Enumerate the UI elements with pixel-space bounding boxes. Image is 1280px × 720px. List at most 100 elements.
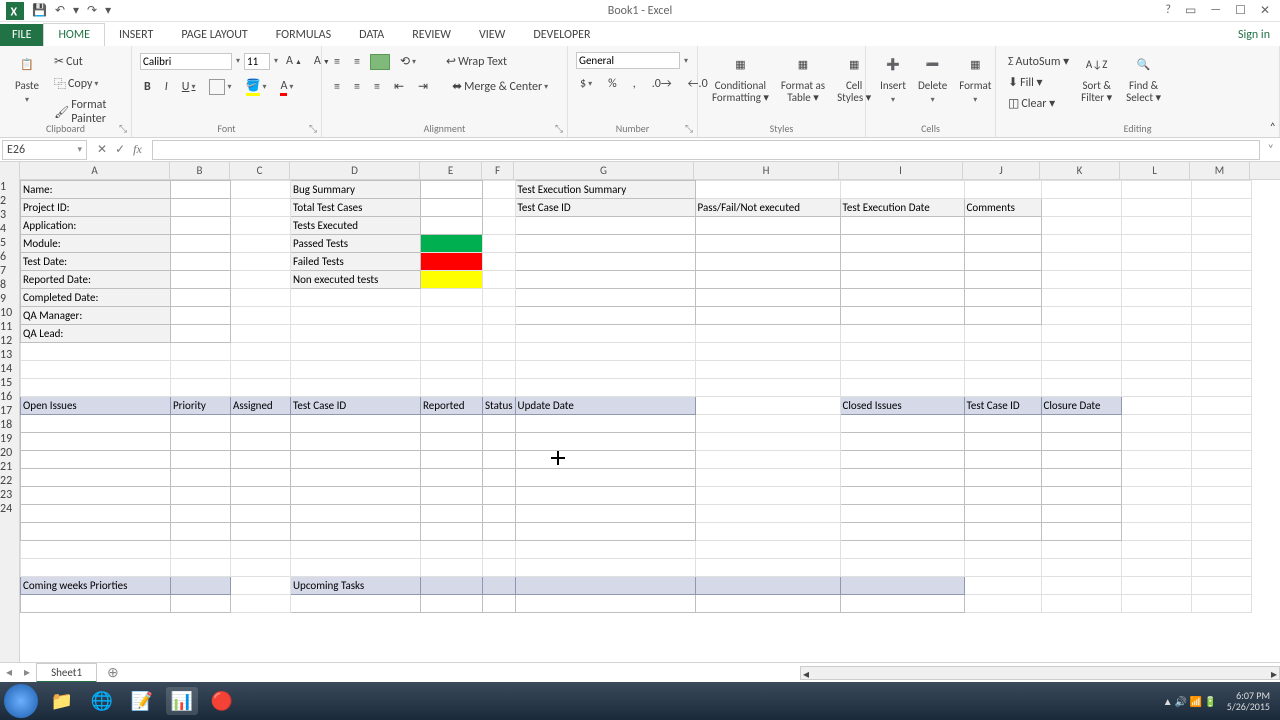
percent-button[interactable]: % bbox=[604, 75, 621, 93]
increase-font-icon[interactable]: A▲ bbox=[282, 52, 306, 70]
file-explorer-icon[interactable]: 📁 bbox=[46, 687, 78, 715]
redo-icon[interactable]: ↷ bbox=[87, 3, 97, 18]
sheet-nav-prev-icon[interactable]: ◂ bbox=[0, 665, 18, 680]
autosum-button[interactable]: ΣAutoSum ▾ bbox=[1004, 52, 1073, 71]
undo-dropdown-icon[interactable]: ▾ bbox=[73, 3, 79, 18]
align-bottom-icon[interactable] bbox=[370, 54, 390, 70]
collapse-ribbon-icon[interactable]: ˄ bbox=[1270, 121, 1276, 135]
fill-color-button[interactable]: 🪣▾ bbox=[242, 76, 271, 98]
qat-customize-icon[interactable]: ▾ bbox=[105, 3, 111, 18]
comma-button[interactable]: , bbox=[629, 75, 640, 93]
formula-input[interactable] bbox=[152, 140, 1260, 160]
orientation-button[interactable]: ⟲▾ bbox=[396, 52, 420, 71]
format-cells-button[interactable]: ▦Format▾ bbox=[953, 50, 997, 118]
alignment-dialog-icon[interactable]: ⤡ bbox=[555, 122, 563, 135]
clipboard-dialog-icon[interactable]: ⤡ bbox=[119, 122, 127, 135]
decrease-indent-icon[interactable]: ⇤ bbox=[390, 77, 408, 96]
sort-icon: A↓Z bbox=[1084, 52, 1110, 78]
cells-area[interactable]: Name:Bug SummaryTest Execution SummaryPr… bbox=[20, 180, 1280, 662]
add-sheet-icon[interactable]: ⊕ bbox=[97, 664, 129, 681]
paste-button[interactable]: 📋 Paste ▾ bbox=[8, 50, 46, 118]
undo-icon[interactable]: ↶ bbox=[55, 3, 65, 18]
insert-tab[interactable]: INSERT bbox=[105, 24, 167, 46]
developer-tab[interactable]: DEVELOPER bbox=[519, 24, 604, 46]
wrap-icon: ↩ bbox=[446, 54, 456, 69]
file-tab[interactable]: FILE bbox=[0, 24, 43, 46]
sheet-nav-next-icon[interactable]: ▸ bbox=[18, 665, 36, 680]
excel-taskbar-icon[interactable]: 📊 bbox=[166, 687, 198, 715]
underline-button[interactable]: U▾ bbox=[178, 78, 200, 96]
sort-filter-button[interactable]: A↓ZSort & Filter ▾ bbox=[1075, 50, 1118, 118]
border-icon bbox=[209, 79, 225, 95]
system-tray[interactable]: ▲ 🔊 📶 🔋 6:07 PM 5/26/2015 bbox=[1163, 690, 1276, 712]
expand-formula-icon[interactable]: ˅ bbox=[1262, 143, 1280, 157]
insert-cells-button[interactable]: ➕Insert▾ bbox=[874, 50, 912, 118]
save-icon[interactable]: 💾 bbox=[32, 3, 47, 18]
align-center-icon[interactable]: ≡ bbox=[350, 78, 364, 96]
find-icon: 🔍 bbox=[1131, 52, 1157, 78]
cancel-formula-icon[interactable]: ✕ bbox=[97, 142, 107, 157]
formula-bar: E26▾ ✕ ✓ fx ˅ bbox=[0, 138, 1280, 162]
italic-button[interactable]: I bbox=[161, 78, 172, 96]
close-icon[interactable]: ✕ bbox=[1260, 3, 1270, 18]
format-icon: ▦ bbox=[962, 52, 988, 78]
font-size-dropdown-icon[interactable]: ▾ bbox=[274, 56, 278, 66]
name-box[interactable]: E26▾ bbox=[2, 140, 87, 160]
enter-formula-icon[interactable]: ✓ bbox=[115, 142, 125, 157]
copy-button[interactable]: ⿻Copy▾ bbox=[50, 73, 123, 94]
increase-indent-icon[interactable]: ⇥ bbox=[414, 77, 432, 96]
signin-link[interactable]: Sign in bbox=[1228, 24, 1280, 46]
view-tab[interactable]: VIEW bbox=[465, 24, 519, 46]
sheet-tab-1[interactable]: Sheet1 bbox=[36, 663, 97, 683]
font-name-input[interactable] bbox=[140, 53, 232, 70]
number-dialog-icon[interactable]: ⤡ bbox=[685, 122, 693, 135]
paste-icon: 📋 bbox=[14, 52, 40, 78]
cut-button[interactable]: ✂Cut bbox=[50, 52, 123, 71]
start-button[interactable] bbox=[4, 684, 38, 718]
conditional-formatting-button[interactable]: ▦Conditional Formatting ▾ bbox=[706, 50, 775, 118]
horizontal-scrollbar[interactable]: ◂▸ bbox=[800, 666, 1280, 680]
window-title: Book1 - Excel bbox=[608, 4, 672, 18]
minimize-icon[interactable]: — bbox=[1210, 3, 1221, 18]
delete-cells-button[interactable]: ➖Delete▾ bbox=[912, 50, 953, 118]
currency-button[interactable]: $▾ bbox=[576, 75, 596, 93]
row-headers[interactable]: 123456789101112131415161718192021222324 bbox=[0, 162, 20, 662]
font-dialog-icon[interactable]: ⤡ bbox=[309, 122, 317, 135]
app-icon[interactable]: 🔴 bbox=[206, 687, 238, 715]
borders-button[interactable]: ▾ bbox=[205, 77, 235, 97]
review-tab[interactable]: REVIEW bbox=[398, 24, 465, 46]
editing-group: ΣAutoSum ▾ ⬇Fill ▾ ◫Clear ▾ A↓ZSort & Fi… bbox=[996, 46, 1280, 137]
align-middle-icon[interactable]: ≡ bbox=[350, 53, 364, 71]
number-format-select[interactable] bbox=[576, 52, 680, 69]
data-tab[interactable]: DATA bbox=[345, 24, 398, 46]
fx-icon[interactable]: fx bbox=[133, 142, 142, 157]
formulas-tab[interactable]: FORMULAS bbox=[262, 24, 345, 46]
find-select-button[interactable]: 🔍Find & Select ▾ bbox=[1120, 50, 1167, 118]
page-layout-tab[interactable]: PAGE LAYOUT bbox=[167, 24, 261, 46]
wrap-text-button[interactable]: ↩Wrap Text bbox=[442, 52, 511, 71]
fill-button[interactable]: ⬇Fill ▾ bbox=[1004, 73, 1073, 92]
align-right-icon[interactable]: ≡ bbox=[370, 78, 384, 96]
format-as-table-button[interactable]: ▦Format as Table ▾ bbox=[775, 50, 831, 118]
tray-icons[interactable]: ▲ 🔊 📶 🔋 bbox=[1163, 695, 1217, 708]
number-format-dropdown-icon[interactable]: ▾ bbox=[684, 56, 688, 66]
align-left-icon[interactable]: ≡ bbox=[330, 78, 344, 96]
home-tab[interactable]: HOME bbox=[43, 23, 105, 46]
merge-center-button[interactable]: ⬌Merge & Center▾ bbox=[448, 77, 552, 96]
bold-button[interactable]: B bbox=[140, 78, 155, 96]
styles-group: ▦Conditional Formatting ▾ ▦Format as Tab… bbox=[698, 46, 866, 137]
maximize-icon[interactable]: ☐ bbox=[1235, 3, 1246, 18]
font-name-dropdown-icon[interactable]: ▾ bbox=[236, 56, 240, 66]
quick-access-toolbar: 💾 ↶ ▾ ↷ ▾ bbox=[30, 3, 111, 18]
font-size-input[interactable] bbox=[244, 53, 270, 70]
align-top-icon[interactable]: ≡ bbox=[330, 53, 344, 71]
increase-decimal-icon[interactable]: .0→ bbox=[648, 75, 676, 93]
help-icon[interactable]: ? bbox=[1165, 3, 1171, 18]
styles-label: Styles bbox=[698, 122, 865, 135]
column-headers[interactable]: ABCDEFGHIJKLM bbox=[20, 162, 1280, 180]
notepad-icon[interactable]: 📝 bbox=[126, 687, 158, 715]
clear-button[interactable]: ◫Clear ▾ bbox=[1004, 94, 1073, 113]
ribbon-display-icon[interactable]: ▭ bbox=[1185, 3, 1196, 18]
font-color-button[interactable]: A▾ bbox=[276, 77, 297, 98]
chrome-icon[interactable]: 🌐 bbox=[86, 687, 118, 715]
